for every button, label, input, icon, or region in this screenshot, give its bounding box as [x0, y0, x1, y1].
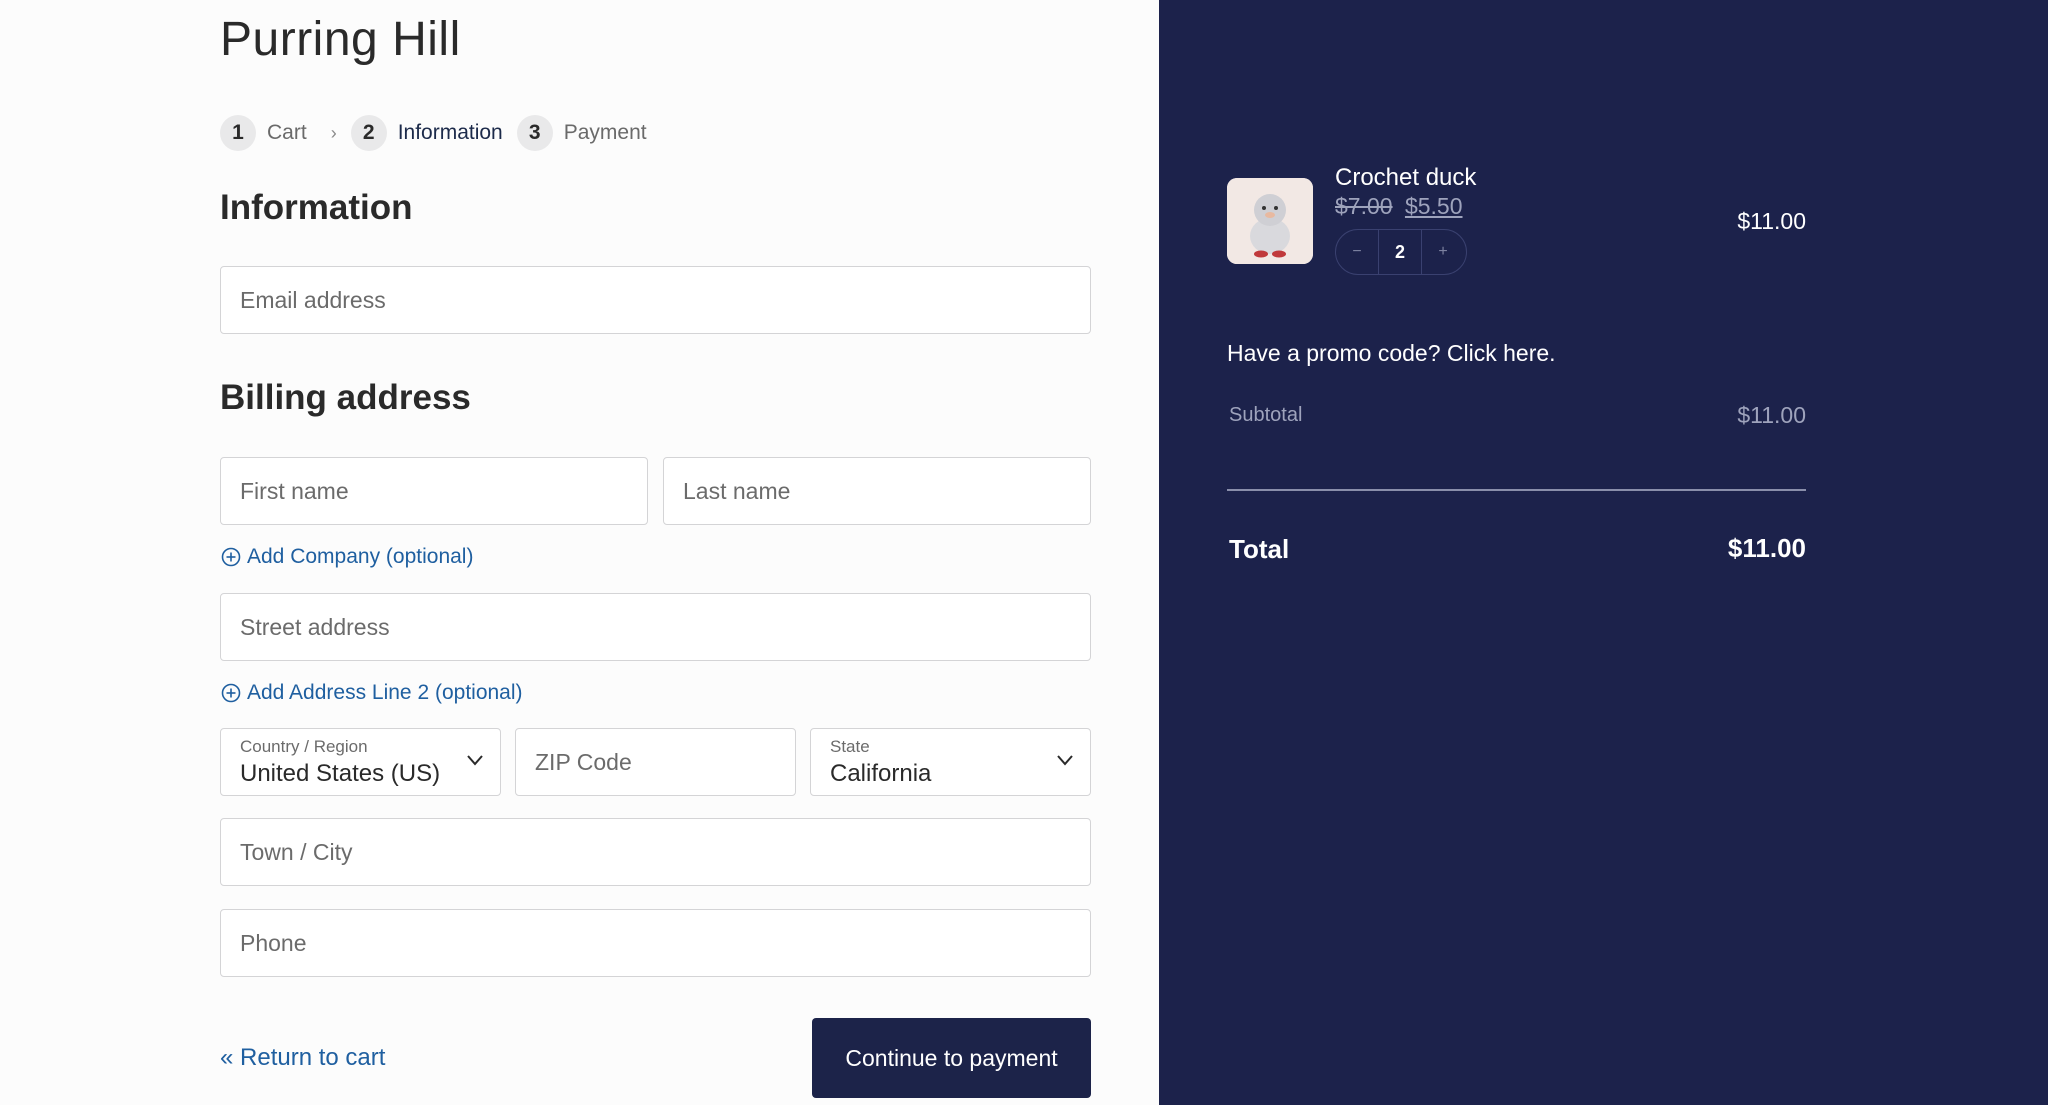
decrease-quantity-button[interactable]: −: [1336, 230, 1378, 274]
add-address-line2-label: Add Address Line 2 (optional): [247, 681, 523, 704]
add-address-line2-link[interactable]: Add Address Line 2 (optional): [221, 681, 523, 705]
last-name-input[interactable]: [664, 458, 1090, 524]
step-cart[interactable]: Cart: [267, 121, 307, 145]
product-sale-price: $5.50: [1404, 193, 1463, 219]
return-to-cart-link[interactable]: « Return to cart: [220, 1044, 385, 1072]
country-label: Country / Region: [240, 737, 368, 756]
chevron-right-icon: ›: [330, 122, 337, 143]
continue-to-payment-button[interactable]: Continue to payment: [812, 1018, 1091, 1098]
last-name-field[interactable]: [663, 457, 1091, 525]
total-value: $11.00: [1727, 533, 1806, 563]
zip-code-input[interactable]: [516, 729, 795, 795]
street-address-input[interactable]: [221, 594, 1090, 660]
increase-quantity-button[interactable]: +: [1422, 230, 1464, 274]
country-value: United States (US): [240, 760, 441, 787]
order-summary-panel: Crochet duck $7.00 $5.50 − 2 + $11.00 Ha…: [1159, 0, 2048, 1105]
checkout-steps: 1 Cart › 2 Information 3 Payment: [220, 114, 647, 152]
plus-circle-icon: [221, 683, 241, 703]
step-number-cart: 1: [220, 115, 256, 151]
street-address-field[interactable]: [220, 593, 1091, 661]
add-company-label: Add Company (optional): [247, 545, 474, 568]
country-select[interactable]: Country / Region United States (US): [220, 728, 501, 796]
chevron-down-icon: [467, 755, 483, 766]
step-payment: Payment: [563, 121, 647, 144]
town-city-field[interactable]: [220, 818, 1091, 886]
phone-input[interactable]: [221, 910, 1090, 976]
billing-address-heading: Billing address: [220, 378, 471, 417]
checkout-form-panel: Purring Hill 1 Cart › 2 Information 3 Pa…: [0, 0, 1159, 1105]
store-title: Purring Hill: [220, 13, 461, 66]
information-heading: Information: [220, 188, 413, 227]
zip-code-field[interactable]: [515, 728, 796, 796]
chevron-down-icon: [1057, 755, 1073, 766]
product-name: Crochet duck: [1335, 164, 1477, 191]
product-line-total: $11.00: [1737, 208, 1806, 234]
add-company-link[interactable]: Add Company (optional): [221, 545, 473, 569]
quantity-stepper: − 2 +: [1335, 229, 1467, 275]
product-prices: $7.00 $5.50: [1335, 193, 1463, 220]
summary-divider: [1227, 489, 1806, 491]
promo-code-link[interactable]: Have a promo code? Click here.: [1227, 340, 1556, 367]
plus-circle-icon: [221, 547, 241, 567]
phone-field[interactable]: [220, 909, 1091, 977]
subtotal-value: $11.00: [1737, 402, 1806, 428]
state-select[interactable]: State California: [810, 728, 1091, 796]
total-label: Total: [1229, 534, 1290, 564]
crochet-duck-image: [1227, 178, 1313, 264]
step-information: Information: [397, 121, 503, 144]
first-name-field[interactable]: [220, 457, 648, 525]
state-label: State: [830, 737, 870, 756]
state-value: California: [830, 760, 932, 787]
quantity-value[interactable]: 2: [1378, 230, 1422, 274]
email-field[interactable]: [220, 266, 1091, 334]
subtotal-label: Subtotal: [1229, 404, 1303, 426]
town-city-input[interactable]: [221, 819, 1090, 885]
product-original-price: $7.00: [1335, 193, 1393, 219]
email-input[interactable]: [221, 267, 1090, 333]
step-number-payment: 3: [516, 115, 553, 151]
first-name-input[interactable]: [221, 458, 647, 524]
step-number-information: 2: [350, 115, 387, 151]
